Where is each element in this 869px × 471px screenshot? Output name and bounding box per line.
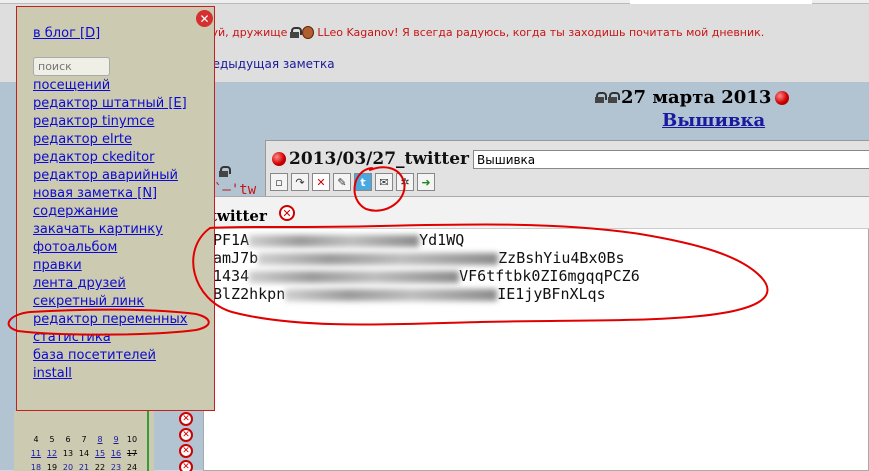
greeting-text: вуй, дружище <box>205 26 288 39</box>
twitter-popup: twitter ✕ PF1A Yd1WQ amJ7b ZzBshYiu4Bx0Bs … <box>203 196 869 471</box>
credential-line: amJ7b ZzBshYiu4Bx0Bs <box>213 249 625 267</box>
menu-item-install[interactable]: install <box>33 365 187 383</box>
red-ball-icon <box>272 152 286 166</box>
menu-item-editor-emergency[interactable]: редактор аварийный <box>33 167 187 185</box>
lock-icon <box>219 166 231 177</box>
post-date: 27 марта 2013 <box>595 87 790 108</box>
twitter-credentials: PF1A Yd1WQ amJ7b ZzBshYiu4Bx0Bs 1434 VF6tft… <box>213 231 640 303</box>
calendar-day: 22 <box>94 463 106 471</box>
menu-item-statistics[interactable]: статистика <box>33 329 187 347</box>
post-date-text: 27 марта 2013 <box>621 87 772 108</box>
post-title-link[interactable]: Вышивка <box>662 110 765 131</box>
lock-icon <box>595 92 607 103</box>
calendar-day: 7 <box>81 435 87 444</box>
calendar-day[interactable]: 11 <box>28 449 44 458</box>
calendar-row: 4 5 6 7 8 9 10 <box>28 435 140 444</box>
credential-line: 1434 VF6tftbk0ZI6mgqqPCZ6 <box>213 267 640 285</box>
calendar-row: 18 19 20 21 22 23 24 <box>28 463 140 471</box>
forward-icon[interactable]: ↷ <box>291 173 309 191</box>
lock-icon <box>290 27 303 38</box>
blurred-secret <box>258 252 499 265</box>
menu-blog-link[interactable]: в блог [D] <box>33 25 100 43</box>
menu-item-visitors-db[interactable]: база посетителей <box>33 347 187 365</box>
menu-item-upload-image[interactable]: закачать картинку <box>33 221 187 239</box>
calendar-day[interactable]: 12 <box>44 449 60 458</box>
menu-item-visits[interactable]: посещений <box>33 77 187 95</box>
calendar: 4 5 6 7 8 9 10 11 12 13 14 15 16 17 18 1… <box>14 411 154 471</box>
calendar-day[interactable]: 21 <box>76 463 92 471</box>
edit-icon[interactable]: ✎ <box>333 173 351 191</box>
calendar-day: 6 <box>65 435 71 444</box>
editor-title-text: 2013/03/27_twitter <box>289 149 469 169</box>
blurred-secret <box>285 288 498 301</box>
blurred-secret <box>249 270 460 283</box>
calendar-day[interactable]: 9 <box>108 435 124 444</box>
menu-item-secret-link[interactable]: секретный линк <box>33 293 187 311</box>
calendar-day: 5 <box>49 435 55 444</box>
menu-item-edits[interactable]: правки <box>33 257 187 275</box>
close-icon[interactable]: ✕ <box>279 205 295 221</box>
previous-note-link[interactable]: редыдущая заметка <box>205 57 335 71</box>
close-icon[interactable]: ✕ <box>196 10 213 27</box>
lock-icon <box>608 92 620 103</box>
credential-line: BlZ2hkpn IE1jyBFnXLqs <box>213 285 606 303</box>
new-icon[interactable]: ▫ <box>270 173 288 191</box>
red-ball-icon <box>775 90 790 105</box>
credential-line: PF1A Yd1WQ <box>213 231 465 249</box>
menu-item-editor-elrte[interactable]: редактор elrte <box>33 131 187 149</box>
delete-icon[interactable]: ✕ <box>179 428 193 442</box>
menu-item-editor-tinymce[interactable]: редактор tinymce <box>33 113 187 131</box>
settings-icon[interactable]: ✲ <box>396 173 414 191</box>
calendar-day: 17 <box>126 449 138 458</box>
greeting-line: вуй, дружище LLeo Kaganov! Я всегда раду… <box>205 26 764 39</box>
calendar-day: 13 <box>62 449 74 458</box>
editor-title: 2013/03/27_twitter <box>272 149 469 169</box>
calendar-day: 4 <box>33 435 39 444</box>
twitter-popup-header: twitter ✕ <box>204 197 869 229</box>
calendar-day[interactable]: 18 <box>28 463 44 471</box>
calendar-day: 24 <box>126 463 138 471</box>
calendar-day[interactable]: 23 <box>108 463 124 471</box>
twitter-popup-title: twitter <box>210 207 267 225</box>
calendar-row: 11 12 13 14 15 16 17 <box>28 449 140 458</box>
editor-toolbar: ▫ ↷ ✕ ✎ t ✉ ✲ ➜ <box>270 173 435 191</box>
divider <box>147 411 149 471</box>
calendar-day[interactable]: 16 <box>108 449 124 458</box>
calendar-day: 14 <box>78 449 90 458</box>
menu-item-new-note[interactable]: новая заметка [N] <box>33 185 187 203</box>
search-input[interactable] <box>33 57 110 76</box>
calendar-day[interactable]: 8 <box>92 435 108 444</box>
menu-item-photo-album[interactable]: фотоальбом <box>33 239 187 257</box>
greeting-user-text: LLeo Kaganov! Я всегда радуюсь, когда ты… <box>317 26 765 39</box>
go-icon[interactable]: ➜ <box>417 173 435 191</box>
delete-icon[interactable]: ✕ <box>179 412 193 426</box>
calendar-day[interactable]: 20 <box>60 463 76 471</box>
admin-menu: ✕ в блог [D] посещений редактор штатный … <box>16 6 215 411</box>
menu-item-editor-ckeditor[interactable]: редактор ckeditor <box>33 149 187 167</box>
calendar-day[interactable]: 15 <box>92 449 108 458</box>
calendar-day: 10 <box>126 435 138 444</box>
delete-icon[interactable]: ✕ <box>179 460 193 471</box>
blurred-secret <box>249 234 420 247</box>
menu-item-variables-editor[interactable]: редактор переменных <box>33 311 187 329</box>
menu-list: посещений редактор штатный [E] редактор … <box>33 77 187 383</box>
twitter-icon[interactable]: t <box>354 173 372 191</box>
user-avatar-icon <box>302 26 315 39</box>
delete-icon[interactable]: ✕ <box>179 444 193 458</box>
editor-title-input[interactable] <box>473 150 869 169</box>
calendar-day: 19 <box>46 463 58 471</box>
menu-item-friends-feed[interactable]: лента друзей <box>33 275 187 293</box>
active-tab[interactable] <box>630 0 812 4</box>
cancel-icon[interactable]: ✕ <box>312 173 330 191</box>
menu-item-editor-default[interactable]: редактор штатный [E] <box>33 95 187 113</box>
menu-item-contents[interactable]: содержание <box>33 203 187 221</box>
mail-icon[interactable]: ✉ <box>375 173 393 191</box>
